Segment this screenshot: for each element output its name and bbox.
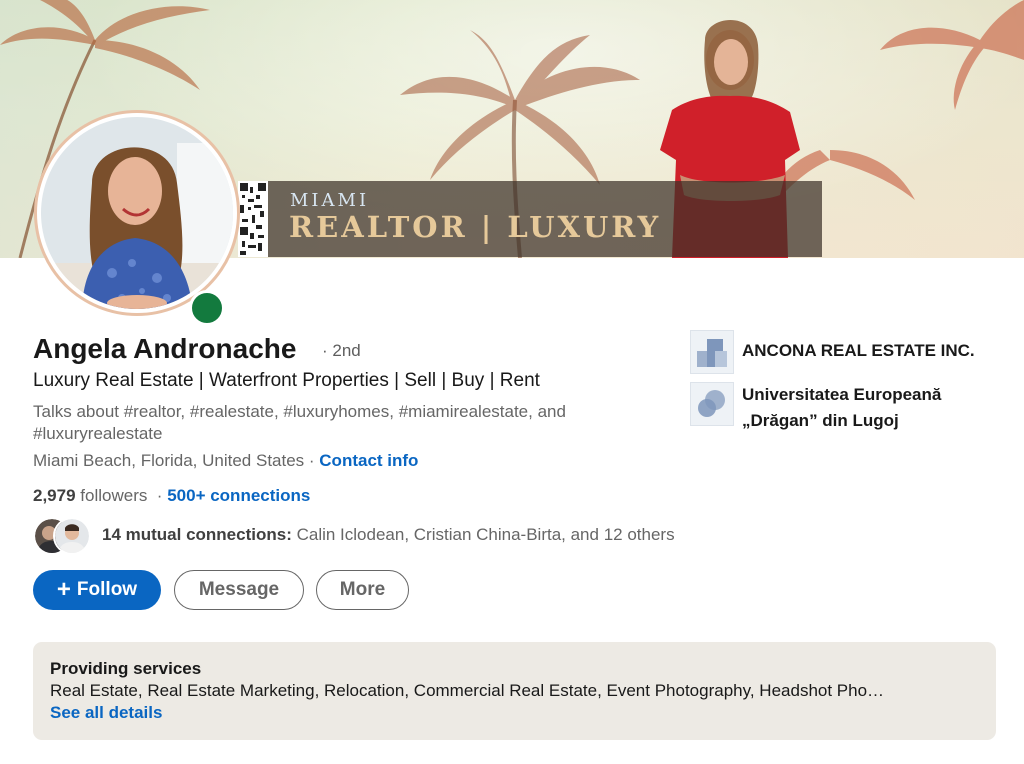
company-logo-icon bbox=[690, 330, 734, 374]
more-button[interactable]: More bbox=[316, 570, 409, 610]
followers-count: 2,979 bbox=[33, 486, 76, 505]
profile-avatar[interactable] bbox=[37, 113, 237, 313]
school-name-line-1: Universitatea Europeană bbox=[742, 385, 942, 404]
talks-about: Talks about #realtor, #realestate, #luxu… bbox=[33, 402, 566, 443]
connections-link[interactable]: 500+ connections bbox=[167, 486, 310, 505]
education-school[interactable]: Universitatea Europeană „Drăgan” din Lug… bbox=[690, 382, 1000, 438]
services-list: Real Estate, Real Estate Marketing, Relo… bbox=[50, 681, 885, 700]
profile-headline: Luxury Real Estate | Waterfront Properti… bbox=[33, 370, 540, 391]
online-status-indicator bbox=[189, 290, 225, 326]
followers-label: followers bbox=[75, 486, 148, 505]
mutual-avatar-2 bbox=[53, 517, 91, 555]
avatar-portrait bbox=[41, 117, 233, 309]
connection-degree: · 2nd bbox=[322, 341, 361, 360]
company-name: ANCONA REAL ESTATE INC. bbox=[742, 341, 975, 360]
see-all-details-link[interactable]: See all details bbox=[50, 703, 162, 723]
providing-services-card: Providing services Real Estate, Real Est… bbox=[33, 642, 996, 740]
message-button[interactable]: Message bbox=[174, 570, 304, 610]
qr-code-icon bbox=[238, 181, 268, 257]
plus-icon: + bbox=[56, 576, 71, 603]
services-title: Providing services bbox=[50, 659, 202, 678]
current-company[interactable]: ANCONA REAL ESTATE INC. bbox=[690, 330, 1000, 374]
followers-line: 2,979 followers · 500+ connections bbox=[33, 486, 310, 506]
banner-small-text: MIAMI bbox=[290, 190, 370, 211]
location-separator: · bbox=[304, 451, 320, 470]
follow-button[interactable]: + Follow bbox=[33, 570, 161, 610]
message-label: Message bbox=[198, 579, 280, 600]
profile-name: Angela Andronache bbox=[33, 333, 297, 364]
mutual-connections-text: 14 mutual connections: Calin Iclodean, C… bbox=[102, 525, 675, 545]
banner-big-text: REALTOR | LUXURY bbox=[289, 210, 662, 244]
contact-info-link[interactable]: Contact info bbox=[319, 451, 418, 470]
school-logo-icon bbox=[690, 382, 734, 426]
location-line: Miami Beach, Florida, United States · Co… bbox=[33, 451, 418, 471]
more-label: More bbox=[339, 579, 386, 600]
mutual-names: Calin Iclodean, Cristian China-Birta, an… bbox=[291, 525, 675, 544]
mutual-count: 14 mutual connections: bbox=[102, 525, 292, 544]
follow-label: Follow bbox=[76, 579, 138, 600]
location-text: Miami Beach, Florida, United States bbox=[33, 451, 305, 470]
profile-card: MIAMI REALTOR | LUXURY Angela Andronache… bbox=[0, 0, 1024, 764]
school-name-line-2: „Drăgan” din Lugoj bbox=[742, 411, 899, 430]
connections-separator: · bbox=[147, 486, 168, 505]
